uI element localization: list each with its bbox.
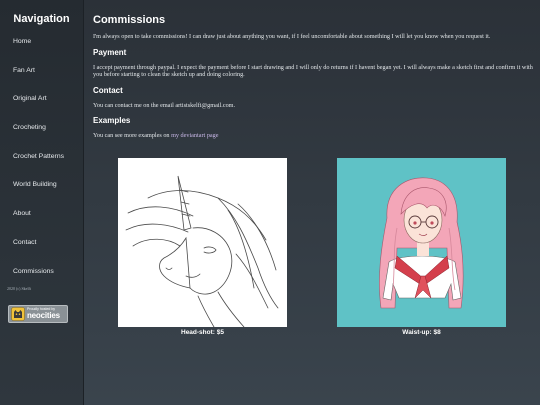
neocities-badge[interactable]: Proudly hosted by neocities	[8, 305, 68, 323]
examples-gallery: Head-shot: $5 Waist-up: $8	[118, 158, 508, 338]
contact-heading: Contact	[93, 85, 123, 95]
neocities-cat-icon	[11, 307, 25, 321]
nav-item-contact[interactable]: Contact	[0, 233, 83, 262]
sidebar: Navigation Home Fan Art Original Art Cro…	[0, 0, 84, 405]
nav-item-crochet-patterns[interactable]: Crochet Patterns	[0, 147, 83, 176]
nav-item-home[interactable]: Home	[0, 32, 83, 61]
waistup-caption: Waist-up: $8	[402, 329, 441, 336]
main-content: Commissions I'm always open to take comm…	[93, 14, 533, 140]
nav-list: Home Fan Art Original Art Crocheting Cro…	[0, 32, 83, 290]
nav-item-crocheting[interactable]: Crocheting	[0, 118, 83, 147]
pink-hair-girl-image[interactable]	[337, 158, 506, 327]
examples-heading: Examples	[93, 116, 131, 126]
page-title: Commissions	[93, 14, 166, 26]
intro-text: I'm always open to take commissions! I c…	[93, 33, 491, 40]
example-card-headshot: Head-shot: $5	[118, 158, 287, 336]
nav-item-fan-art[interactable]: Fan Art	[0, 61, 83, 90]
nav-item-original-art[interactable]: Original Art	[0, 89, 83, 118]
deviantart-link[interactable]: my deviantart page	[171, 132, 218, 139]
examples-prefix: You can see more examples on	[93, 132, 172, 140]
examples-text: You can see more examples on my devianta…	[93, 132, 533, 140]
nav-item-world-building[interactable]: World Building	[0, 175, 83, 204]
badge-main-text: neocities	[27, 310, 60, 320]
badge-text: Proudly hosted by neocities	[27, 308, 60, 320]
example-card-waistup: Waist-up: $8	[337, 158, 506, 336]
headshot-caption: Head-shot: $5	[181, 329, 224, 336]
copyright-text: 2020 (c) Skelfi	[7, 286, 31, 292]
unicorn-sketch-image[interactable]	[118, 158, 287, 327]
nav-title: Navigation	[13, 13, 70, 25]
payment-text: I accept payment through paypal. I expec…	[93, 63, 533, 79]
payment-heading: Payment	[93, 47, 127, 57]
contact-text: You can contact me on the email artistsk…	[93, 101, 236, 109]
nav-item-about[interactable]: About	[0, 204, 83, 233]
